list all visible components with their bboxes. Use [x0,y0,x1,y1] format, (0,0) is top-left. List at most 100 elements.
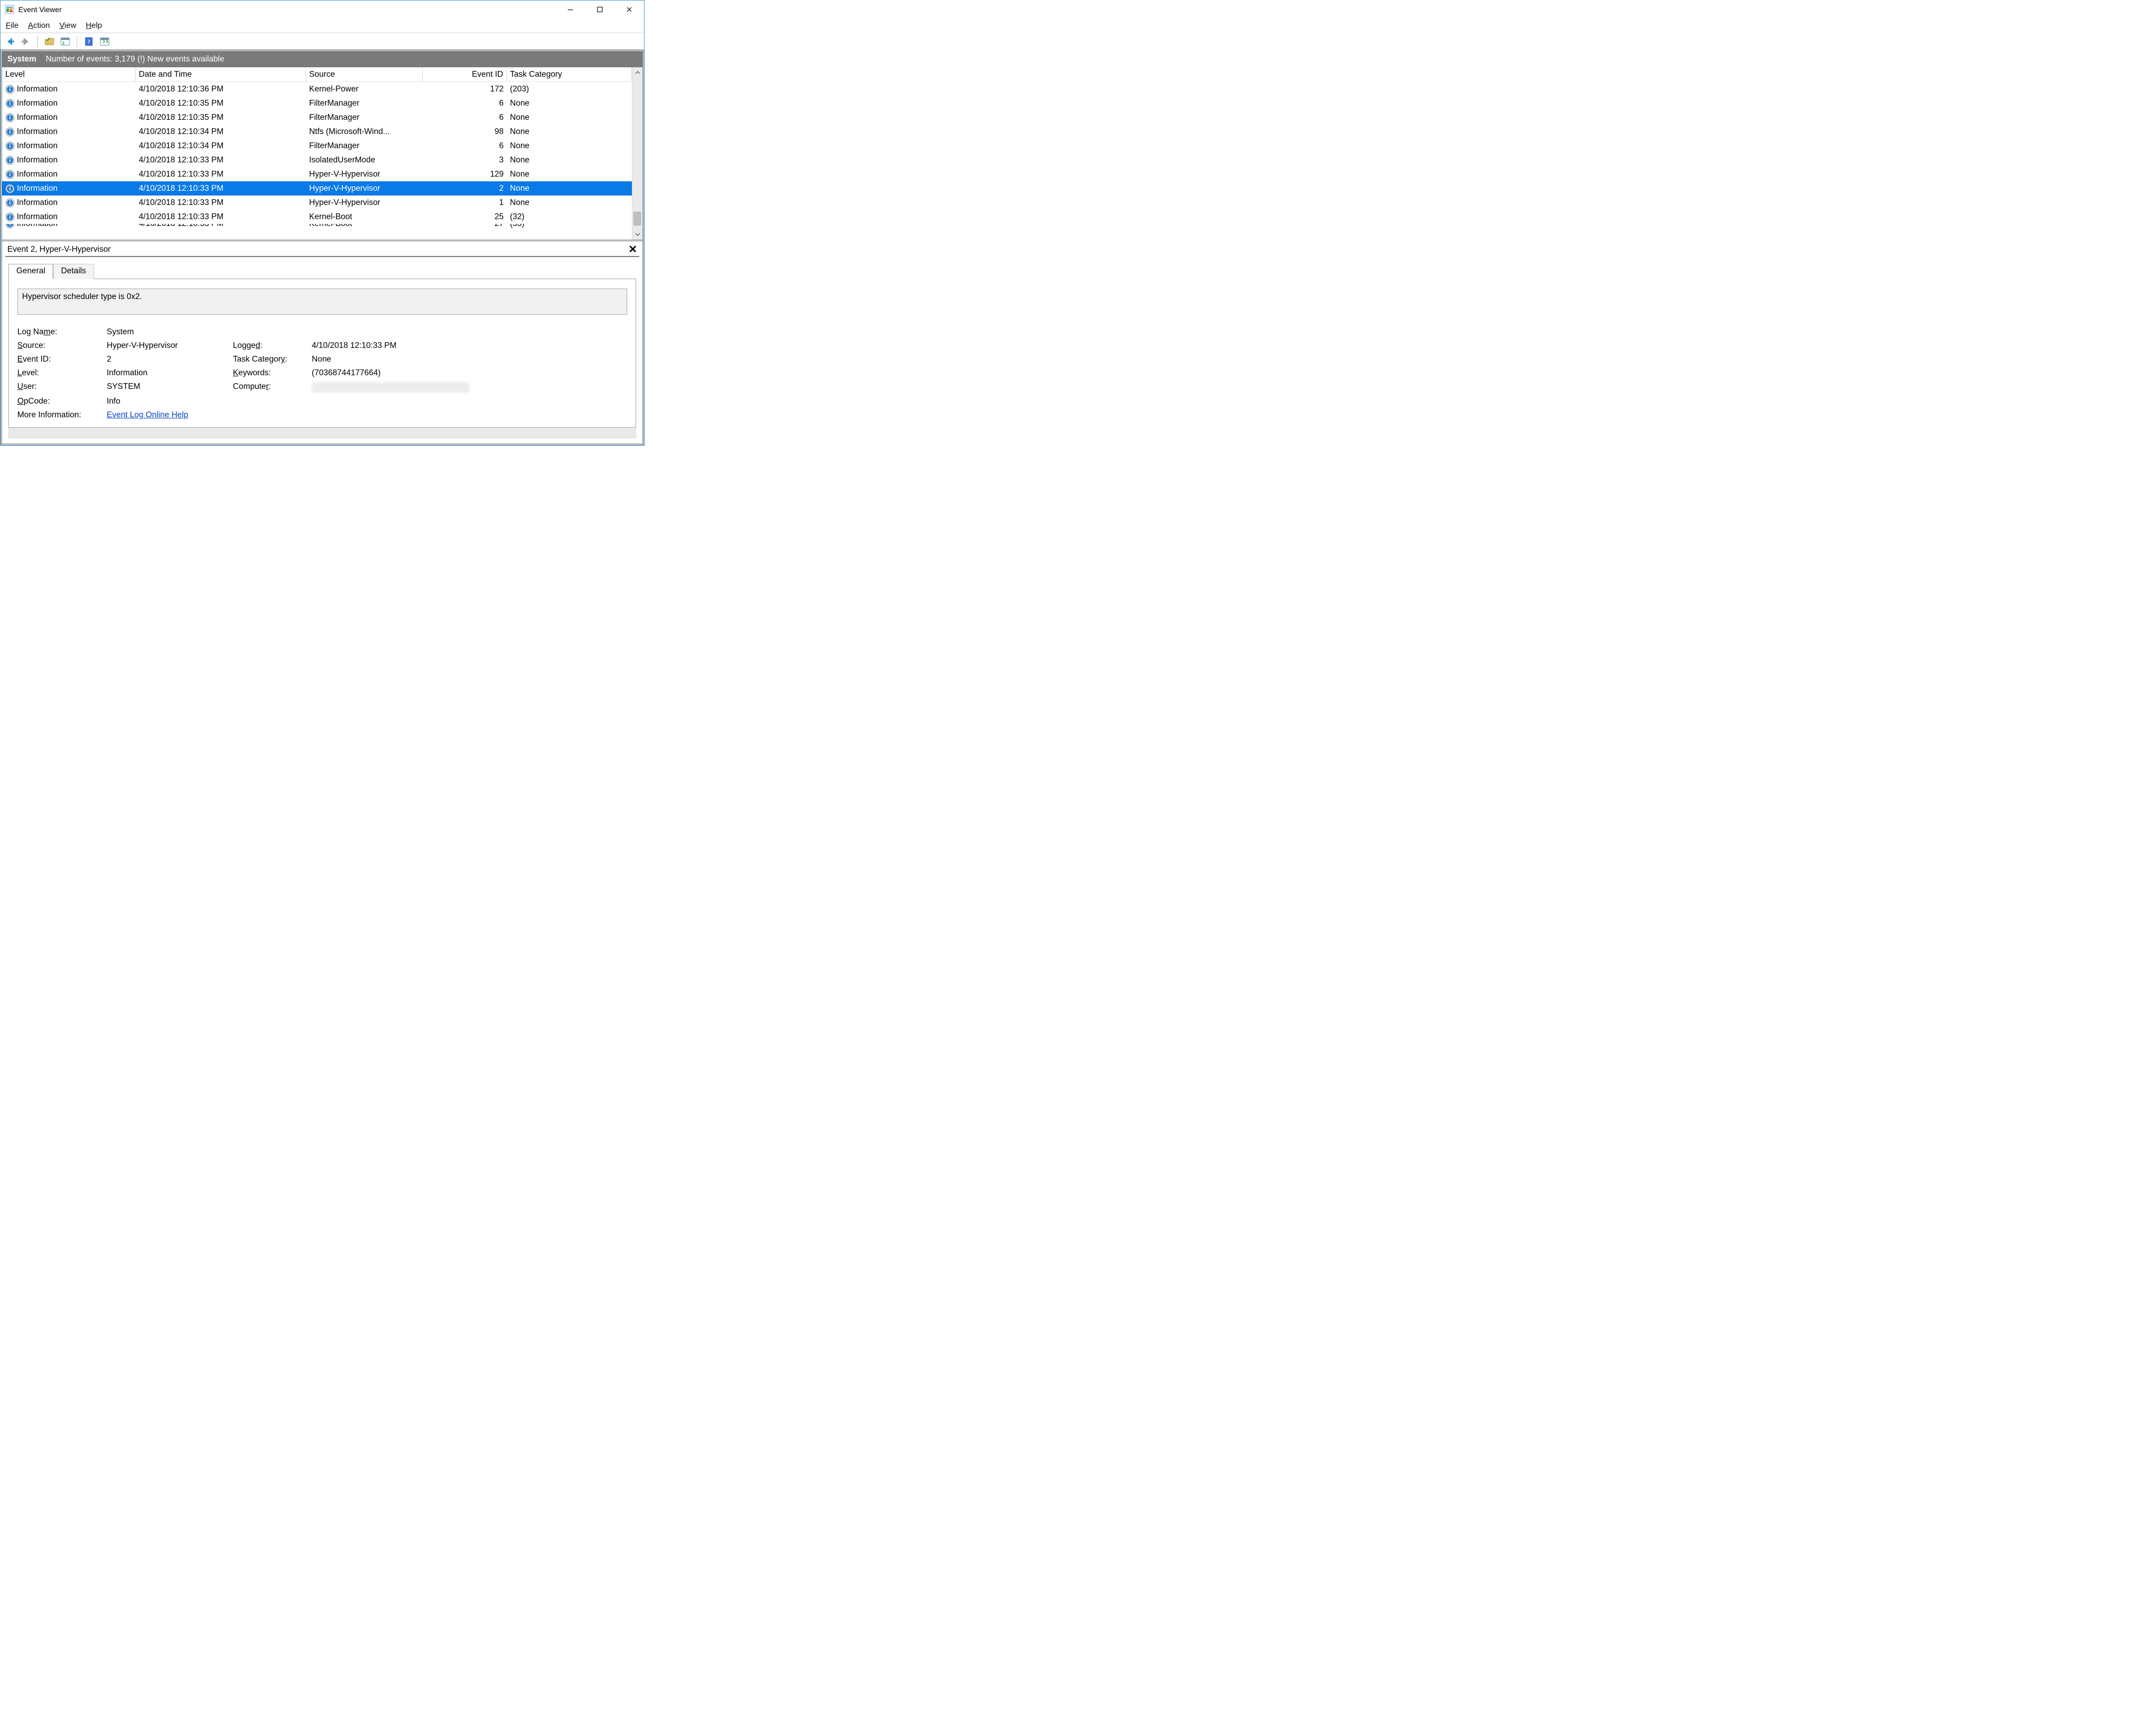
cell-source: Kernel-Boot [306,224,423,229]
information-icon [5,99,15,108]
cell-date: 4/10/2018 12:10:36 PM [136,85,306,94]
tab-details[interactable]: Details [53,264,94,279]
cell-task-category: None [507,113,632,122]
scroll-up-icon[interactable] [632,67,642,78]
refresh-button[interactable] [98,35,111,48]
forward-button[interactable] [19,35,32,48]
label-computer: Computer: [233,382,306,393]
cell-date: 4/10/2018 12:10:33 PM [136,184,306,193]
event-row[interactable]: Information4/10/2018 12:10:33 PMHyper-V-… [2,196,632,210]
event-log-online-help-link[interactable]: Event Log Online Help [107,410,188,419]
cell-event-id: 25 [423,212,507,222]
label-log-name: Log Name: [17,327,101,337]
event-row[interactable]: Information4/10/2018 12:10:33 PMKernel-B… [2,210,632,224]
event-row[interactable]: Information4/10/2018 12:10:35 PMFilterMa… [2,110,632,125]
cell-level: Information [2,99,136,108]
scroll-thumb[interactable] [633,212,641,225]
minimize-button[interactable] [556,1,585,18]
event-row[interactable]: Information4/10/2018 12:10:35 PMFilterMa… [2,96,632,110]
column-header-taskcat[interactable]: Task Category [507,67,632,81]
cell-task-category: (33) [507,224,632,229]
event-level-text: Information [17,184,58,193]
information-icon [5,127,15,137]
information-icon [5,198,15,208]
back-button[interactable] [4,35,16,48]
preview-pane: Event 2, Hyper-V-Hypervisor ✕ General De… [2,241,642,444]
cell-event-id: 6 [423,99,507,108]
cell-source: FilterManager [306,113,423,122]
events-grid[interactable]: Level Date and Time Source Event ID Task… [2,67,632,240]
cell-event-id: 6 [423,141,507,151]
cell-level: Information [2,212,136,222]
value-event-id: 2 [107,355,228,364]
preview-horizontal-scrollbar[interactable] [8,428,636,438]
cell-level: Information [2,184,136,193]
log-name: System [7,55,36,64]
label-level: Level: [17,368,101,378]
event-row[interactable]: Information4/10/2018 12:10:33 PMKernel-B… [2,224,632,230]
menu-action[interactable]: Action [28,21,50,30]
event-level-text: Information [17,99,58,108]
event-row[interactable]: Information4/10/2018 12:10:33 PMHyper-V-… [2,181,632,196]
information-icon [5,224,15,229]
cell-event-id: 1 [423,198,507,208]
event-properties: Log Name: System Source: Hyper-V-Hypervi… [17,327,627,420]
cell-event-id: 98 [423,127,507,137]
events-pane: Level Date and Time Source Event ID Task… [2,67,642,241]
column-header-source[interactable]: Source [306,67,423,81]
event-level-text: Information [17,127,58,137]
events-scrollbar[interactable] [632,67,642,240]
label-opcode: OpCode: [17,397,101,406]
tab-general[interactable]: General [8,264,53,279]
value-logged: 4/10/2018 12:10:33 PM [312,341,469,351]
label-more-info: More Information: [17,410,101,420]
event-row[interactable]: Information4/10/2018 12:10:33 PMIsolated… [2,153,632,167]
menu-bar: File Action View Help [1,18,644,33]
cell-source: Hyper-V-Hypervisor [306,198,423,208]
close-button[interactable] [615,1,644,18]
column-header-date[interactable]: Date and Time [136,67,306,81]
properties-button[interactable] [59,35,71,48]
title-bar[interactable]: Event Viewer [1,1,644,18]
cell-level: Information [2,170,136,179]
label-logged: Logged: [233,341,306,351]
information-icon [5,85,15,94]
cell-level: Information [2,127,136,137]
event-level-text: Information [17,198,58,208]
event-row[interactable]: Information4/10/2018 12:10:36 PMKernel-P… [2,82,632,96]
menu-view[interactable]: View [59,21,76,30]
column-header-level[interactable]: Level [2,67,136,81]
menu-file[interactable]: File [6,21,18,30]
scroll-down-icon[interactable] [632,229,642,240]
help-button[interactable]: ? [83,35,95,48]
information-icon [5,141,15,151]
cell-event-id: 2 [423,184,507,193]
content-area: System Number of events: 3,179 (!) New e… [1,50,644,445]
event-row[interactable]: Information4/10/2018 12:10:34 PMFilterMa… [2,139,632,153]
window-controls [556,1,644,18]
value-log-name: System [107,327,469,337]
cell-task-category: None [507,198,632,208]
cell-source: Ntfs (Microsoft-Wind... [306,127,423,137]
information-icon [5,170,15,179]
column-header-eventid[interactable]: Event ID [423,67,507,81]
cell-date: 4/10/2018 12:10:34 PM [136,127,306,137]
event-row[interactable]: Information4/10/2018 12:10:33 PMHyper-V-… [2,167,632,181]
cell-task-category: None [507,156,632,165]
menu-help[interactable]: Help [86,21,102,30]
open-log-button[interactable] [43,35,56,48]
label-keywords: Keywords: [233,368,306,378]
event-level-text: Information [17,156,58,165]
maximize-button[interactable] [585,1,615,18]
cell-level: Information [2,198,136,208]
event-level-text: Information [17,141,58,151]
value-source: Hyper-V-Hypervisor [107,341,228,351]
cell-task-category: None [507,127,632,137]
event-level-text: Information [17,170,58,179]
event-row[interactable]: Information 4/10/2018 12:10:34 PMNtfs (Mi… [2,125,632,139]
preview-close-icon[interactable]: ✕ [628,244,637,255]
cell-level: Information [2,224,136,229]
cell-source: FilterManager [306,141,423,151]
cell-source: IsolatedUserMode [306,156,423,165]
cell-source: FilterManager [306,99,423,108]
